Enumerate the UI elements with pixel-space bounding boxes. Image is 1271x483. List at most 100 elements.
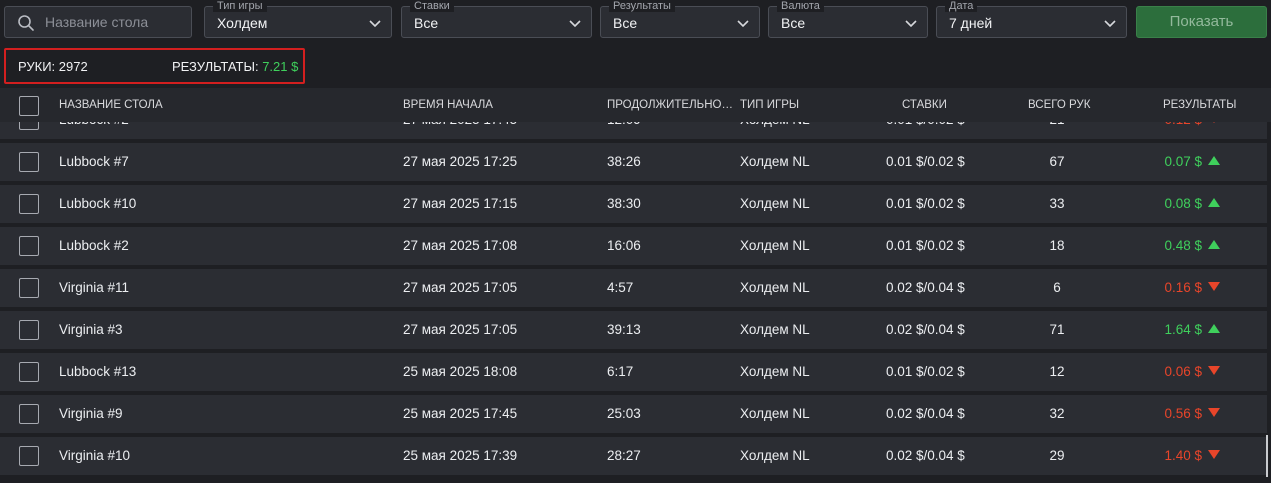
result-value: 1.64 $ xyxy=(1164,322,1202,337)
hands-cell: 32 xyxy=(1049,406,1065,421)
table-name-cell: Lubbock #7 xyxy=(59,154,129,169)
stakes-cell: 0.02 $/0.04 $ xyxy=(886,448,965,463)
column-header-type[interactable]: Тип игры xyxy=(740,99,799,111)
stakes-label: Ставки xyxy=(410,0,454,12)
column-header-name[interactable]: Название стола xyxy=(59,99,163,111)
currency-value: Все xyxy=(781,15,806,31)
hands-summary: РУКИ: 2972 xyxy=(18,59,88,74)
column-header-start[interactable]: Время начала xyxy=(403,99,493,111)
show-button[interactable]: Показать xyxy=(1136,6,1267,38)
table-row[interactable]: Virginia #9 25 мая 2025 17:45 25:03 Холдем … xyxy=(0,395,1267,433)
stakes-dropdown[interactable]: Ставки Все xyxy=(401,0,592,38)
game-type-value: Холдем xyxy=(217,15,268,31)
date-dropdown[interactable]: Дата 7 дней xyxy=(936,0,1127,38)
duration-cell: 28:27 xyxy=(607,448,641,463)
game-type-dropdown[interactable]: Тип игры Холдем xyxy=(204,0,392,38)
row-checkbox[interactable] xyxy=(19,152,39,172)
table-row[interactable]: Lubbock #7 27 мая 2025 17:25 38:26 Холдем N… xyxy=(0,143,1267,181)
results-label: РЕЗУЛЬТАТЫ: xyxy=(172,59,259,74)
currency-label: Валюта xyxy=(777,0,824,12)
game-type-cell: Холдем NL xyxy=(740,196,810,211)
table-name-cell: Virginia #9 xyxy=(59,406,123,421)
arrow-up-icon xyxy=(1208,156,1220,165)
chevron-down-icon xyxy=(905,20,917,28)
row-checkbox[interactable] xyxy=(19,194,39,214)
table-name-cell: Virginia #3 xyxy=(59,322,123,337)
row-checkbox[interactable] xyxy=(19,446,39,466)
table-name-cell: Virginia #11 xyxy=(59,280,130,295)
result-cell: 0.06 $ xyxy=(1150,364,1220,379)
hands-value: 2972 xyxy=(58,59,88,74)
row-checkbox[interactable] xyxy=(19,320,39,340)
scrollbar[interactable] xyxy=(1266,435,1268,477)
table-header: Название стола Время начала Продолжитель… xyxy=(0,88,1271,122)
arrow-down-icon xyxy=(1208,408,1220,417)
start-time-cell: 27 мая 2025 17:05 xyxy=(403,322,518,337)
duration-cell: 16:06 xyxy=(607,238,641,253)
column-header-results[interactable]: Результаты xyxy=(1163,99,1236,111)
result-value: 0.12 $ xyxy=(1164,122,1202,127)
result-cell: 0.16 $ xyxy=(1150,280,1220,295)
row-checkbox[interactable] xyxy=(19,404,39,424)
row-checkbox[interactable] xyxy=(19,362,39,382)
chevron-down-icon xyxy=(369,20,381,28)
table-row[interactable]: Lubbock #2 27 мая 2025 17:45 12:09 Холдем N… xyxy=(0,122,1267,139)
stakes-cell: 0.01 $/0.02 $ xyxy=(886,238,965,253)
arrow-down-icon xyxy=(1208,282,1220,291)
duration-cell: 38:26 xyxy=(607,154,641,169)
column-header-stakes[interactable]: Ставки xyxy=(902,99,947,111)
table-row[interactable]: Virginia #10 25 мая 2025 17:39 28:27 Холдем… xyxy=(0,437,1267,475)
game-type-cell: Холдем NL xyxy=(740,364,810,379)
game-type-cell: Холдем NL xyxy=(740,154,810,169)
select-all-checkbox[interactable] xyxy=(19,96,39,116)
hands-cell: 6 xyxy=(1053,280,1061,295)
table-name-cell: Lubbock #10 xyxy=(59,196,137,211)
table-row[interactable]: Virginia #11 27 мая 2025 17:05 4:57 Холдем … xyxy=(0,269,1267,307)
game-type-cell: Холдем NL xyxy=(740,280,810,295)
duration-cell: 38:30 xyxy=(607,196,641,211)
game-type-cell: Холдем NL xyxy=(740,448,810,463)
table-name-cell: Lubbock #2 xyxy=(59,122,129,127)
start-time-cell: 25 мая 2025 17:45 xyxy=(403,406,518,421)
result-cell: 0.48 $ xyxy=(1150,238,1220,253)
game-type-cell: Холдем NL xyxy=(740,322,810,337)
duration-cell: 12:09 xyxy=(607,122,641,127)
hands-cell: 12 xyxy=(1049,364,1065,379)
result-cell: 0.08 $ xyxy=(1150,196,1220,211)
duration-cell: 6:17 xyxy=(607,364,634,379)
table-row[interactable]: Virginia #3 27 мая 2025 17:05 39:13 Холдем … xyxy=(0,311,1267,349)
chevron-down-icon xyxy=(1104,20,1116,28)
currency-dropdown[interactable]: Валюта Все xyxy=(768,0,928,38)
hands-cell: 67 xyxy=(1049,154,1065,169)
row-checkbox[interactable] xyxy=(19,122,39,130)
row-checkbox[interactable] xyxy=(19,236,39,256)
table-row[interactable]: Lubbock #13 25 мая 2025 18:08 6:17 Холдем N… xyxy=(0,353,1267,391)
stakes-value: Все xyxy=(414,15,439,31)
start-time-cell: 27 мая 2025 17:05 xyxy=(403,280,518,295)
result-value: 0.16 $ xyxy=(1164,280,1202,295)
duration-cell: 4:57 xyxy=(607,280,634,295)
search-box[interactable] xyxy=(4,6,192,38)
start-time-cell: 27 мая 2025 17:08 xyxy=(403,238,518,253)
row-checkbox[interactable] xyxy=(19,278,39,298)
stakes-cell: 0.01 $/0.02 $ xyxy=(886,196,965,211)
table-row[interactable]: Lubbock #2 27 мая 2025 17:08 16:06 Холдем N… xyxy=(0,227,1267,265)
hands-cell: 18 xyxy=(1049,238,1065,253)
result-cell: 0.56 $ xyxy=(1150,406,1220,421)
result-cell: 0.12 $ xyxy=(1150,122,1220,127)
column-header-duration[interactable]: Продолжительно… xyxy=(607,99,733,111)
date-label: Дата xyxy=(945,0,978,12)
result-value: 0.56 $ xyxy=(1164,406,1202,421)
search-input[interactable] xyxy=(45,7,185,37)
result-value: 0.06 $ xyxy=(1164,364,1202,379)
stakes-cell: 0.02 $/0.04 $ xyxy=(886,406,965,421)
hands-cell: 29 xyxy=(1049,448,1065,463)
results-dropdown[interactable]: Результаты Все xyxy=(600,0,760,38)
results-value: Все xyxy=(613,15,638,31)
result-value: 1.40 $ xyxy=(1164,448,1202,463)
table-row[interactable]: Lubbock #10 27 мая 2025 17:15 38:30 Холдем … xyxy=(0,185,1267,223)
duration-cell: 39:13 xyxy=(607,322,641,337)
start-time-cell: 25 мая 2025 17:39 xyxy=(403,448,518,463)
column-header-hands[interactable]: Всего рук xyxy=(1028,99,1090,111)
result-cell: 0.07 $ xyxy=(1150,154,1220,169)
